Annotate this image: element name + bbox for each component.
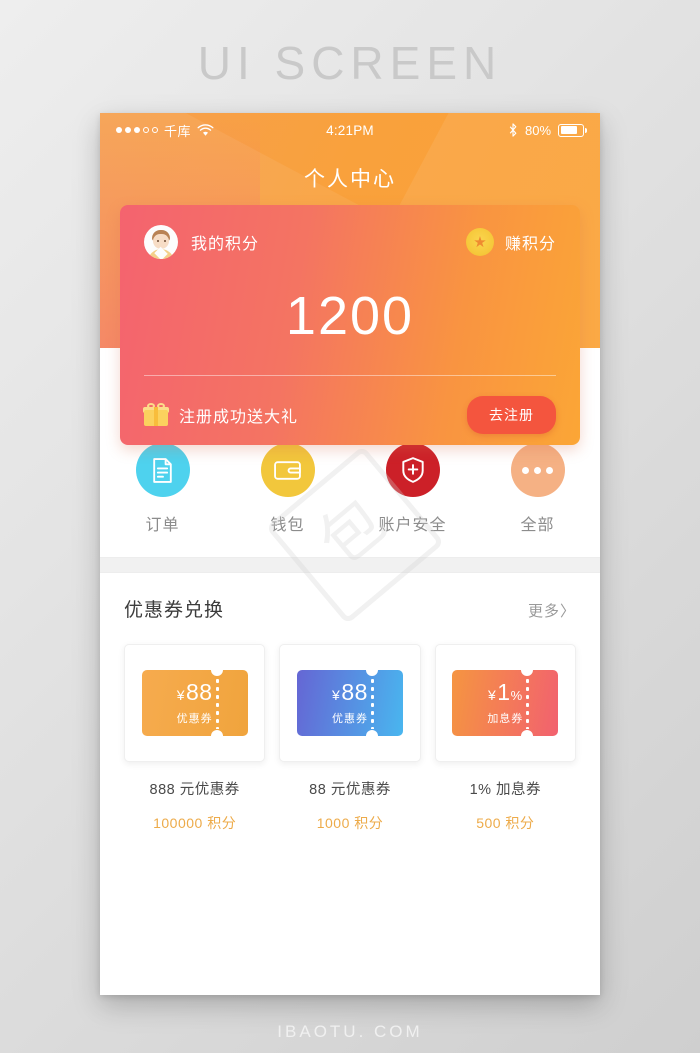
coupon-card: ¥88 优惠券 xyxy=(124,644,266,762)
signal-strength-icon xyxy=(116,127,158,133)
quick-action-label: 钱包 xyxy=(270,517,305,534)
ticket-amount: ¥88 xyxy=(176,678,213,705)
phone-frame: 千库 4:21PM 80% 个人中心 我的积分 ★ 赚积分 1200 注册成功送… xyxy=(100,113,600,995)
section-divider xyxy=(100,557,600,573)
star-coin-icon: ★ xyxy=(465,228,494,256)
ticket-graphic: ¥88 优惠券 xyxy=(141,670,248,736)
carrier-label: 千库 xyxy=(164,123,192,139)
quick-action-all[interactable]: 全部 xyxy=(475,443,600,535)
battery-icon xyxy=(558,123,588,137)
document-icon xyxy=(135,443,190,497)
top-watermark: UI SCREEN xyxy=(197,37,503,89)
promo-text: 注册成功送大礼 xyxy=(179,409,299,426)
coupon-cost: 500 积分 xyxy=(476,815,535,831)
my-points-label: 我的积分 xyxy=(191,236,260,253)
battery-percent-label: 80% xyxy=(524,122,552,138)
coupon-cost: 100000 积分 xyxy=(153,815,237,831)
ticket-amount: ¥1% xyxy=(487,678,523,705)
coupon-item[interactable]: ¥88 优惠券 88 元优惠券 1000 积分 xyxy=(279,644,421,833)
coupon-item[interactable]: ¥88 优惠券 888 元优惠券 100000 积分 xyxy=(124,644,266,833)
bluetooth-icon xyxy=(508,123,518,137)
status-bar-left: 千库 xyxy=(116,121,326,140)
my-points-group[interactable]: 我的积分 xyxy=(144,225,259,259)
ticket-amount: ¥88 xyxy=(332,678,368,705)
currency-symbol: ¥ xyxy=(332,686,341,703)
status-bar-right: 80% xyxy=(374,122,588,138)
points-card-top-row: 我的积分 ★ 赚积分 xyxy=(144,225,556,259)
earn-points-group[interactable]: ★ 赚积分 xyxy=(465,228,556,256)
wallet-icon xyxy=(260,443,315,497)
amount-suffix: % xyxy=(510,687,523,703)
shield-plus-icon xyxy=(385,443,440,497)
quick-action-wallet[interactable]: 钱包 xyxy=(225,443,350,535)
currency-symbol: ¥ xyxy=(487,686,497,703)
coupon-item[interactable]: ¥1% 加息券 1% 加息券 500 积分 xyxy=(434,644,576,833)
coupon-list: ¥88 优惠券 888 元优惠券 100000 积分 ¥88 优惠券 88 元优… xyxy=(124,644,576,833)
quick-action-label: 全部 xyxy=(520,517,555,534)
ticket-type: 加息券 xyxy=(487,712,524,725)
quick-action-account-security[interactable]: 账户安全 xyxy=(350,443,475,535)
ticket-type: 优惠券 xyxy=(176,712,213,725)
quick-action-label: 订单 xyxy=(145,517,180,534)
points-card: 我的积分 ★ 赚积分 1200 注册成功送大礼 去注册 xyxy=(120,205,580,445)
points-card-divider xyxy=(144,375,556,376)
earn-points-label: 赚积分 xyxy=(504,236,556,253)
amount-value: 88 xyxy=(341,678,368,705)
user-avatar-icon xyxy=(144,225,178,259)
points-card-promo-row: 注册成功送大礼 去注册 xyxy=(143,396,556,434)
coupon-name: 88 元优惠券 xyxy=(309,782,391,798)
coupon-section-header: 优惠券兑换 更多〉 xyxy=(124,595,576,622)
amount-value: 1 xyxy=(497,678,511,705)
more-dots-icon xyxy=(510,443,565,497)
coupon-card: ¥1% 加息券 xyxy=(434,644,576,762)
coupon-name: 1% 加息券 xyxy=(469,782,542,798)
coupon-section: 优惠券兑换 更多〉 ¥88 优惠券 888 元优惠券 100000 积分 ¥88… xyxy=(100,573,600,833)
coupon-card: ¥88 优惠券 xyxy=(279,644,421,762)
section-title: 优惠券兑换 xyxy=(124,600,225,621)
more-link[interactable]: 更多〉 xyxy=(528,600,576,621)
quick-action-orders[interactable]: 订单 xyxy=(100,443,225,535)
clock-label: 4:21PM xyxy=(326,122,374,138)
currency-symbol: ¥ xyxy=(176,686,185,703)
coupon-name: 888 元优惠券 xyxy=(149,782,240,798)
ticket-type: 优惠券 xyxy=(331,712,368,725)
amount-value: 88 xyxy=(186,678,213,705)
points-value: 1200 xyxy=(285,286,415,346)
promo-group: 注册成功送大礼 xyxy=(143,403,299,427)
page-title: 个人中心 xyxy=(304,168,396,191)
register-button[interactable]: 去注册 xyxy=(467,396,556,434)
gift-icon xyxy=(143,403,169,426)
bottom-watermark: IBAOTU. COM xyxy=(277,1022,423,1041)
wifi-icon xyxy=(197,123,214,137)
quick-action-label: 账户安全 xyxy=(378,517,447,534)
coupon-cost: 1000 积分 xyxy=(316,815,384,831)
ticket-graphic: ¥1% 加息券 xyxy=(452,670,559,736)
ticket-graphic: ¥88 优惠券 xyxy=(296,670,403,736)
status-bar: 千库 4:21PM 80% xyxy=(100,113,600,147)
